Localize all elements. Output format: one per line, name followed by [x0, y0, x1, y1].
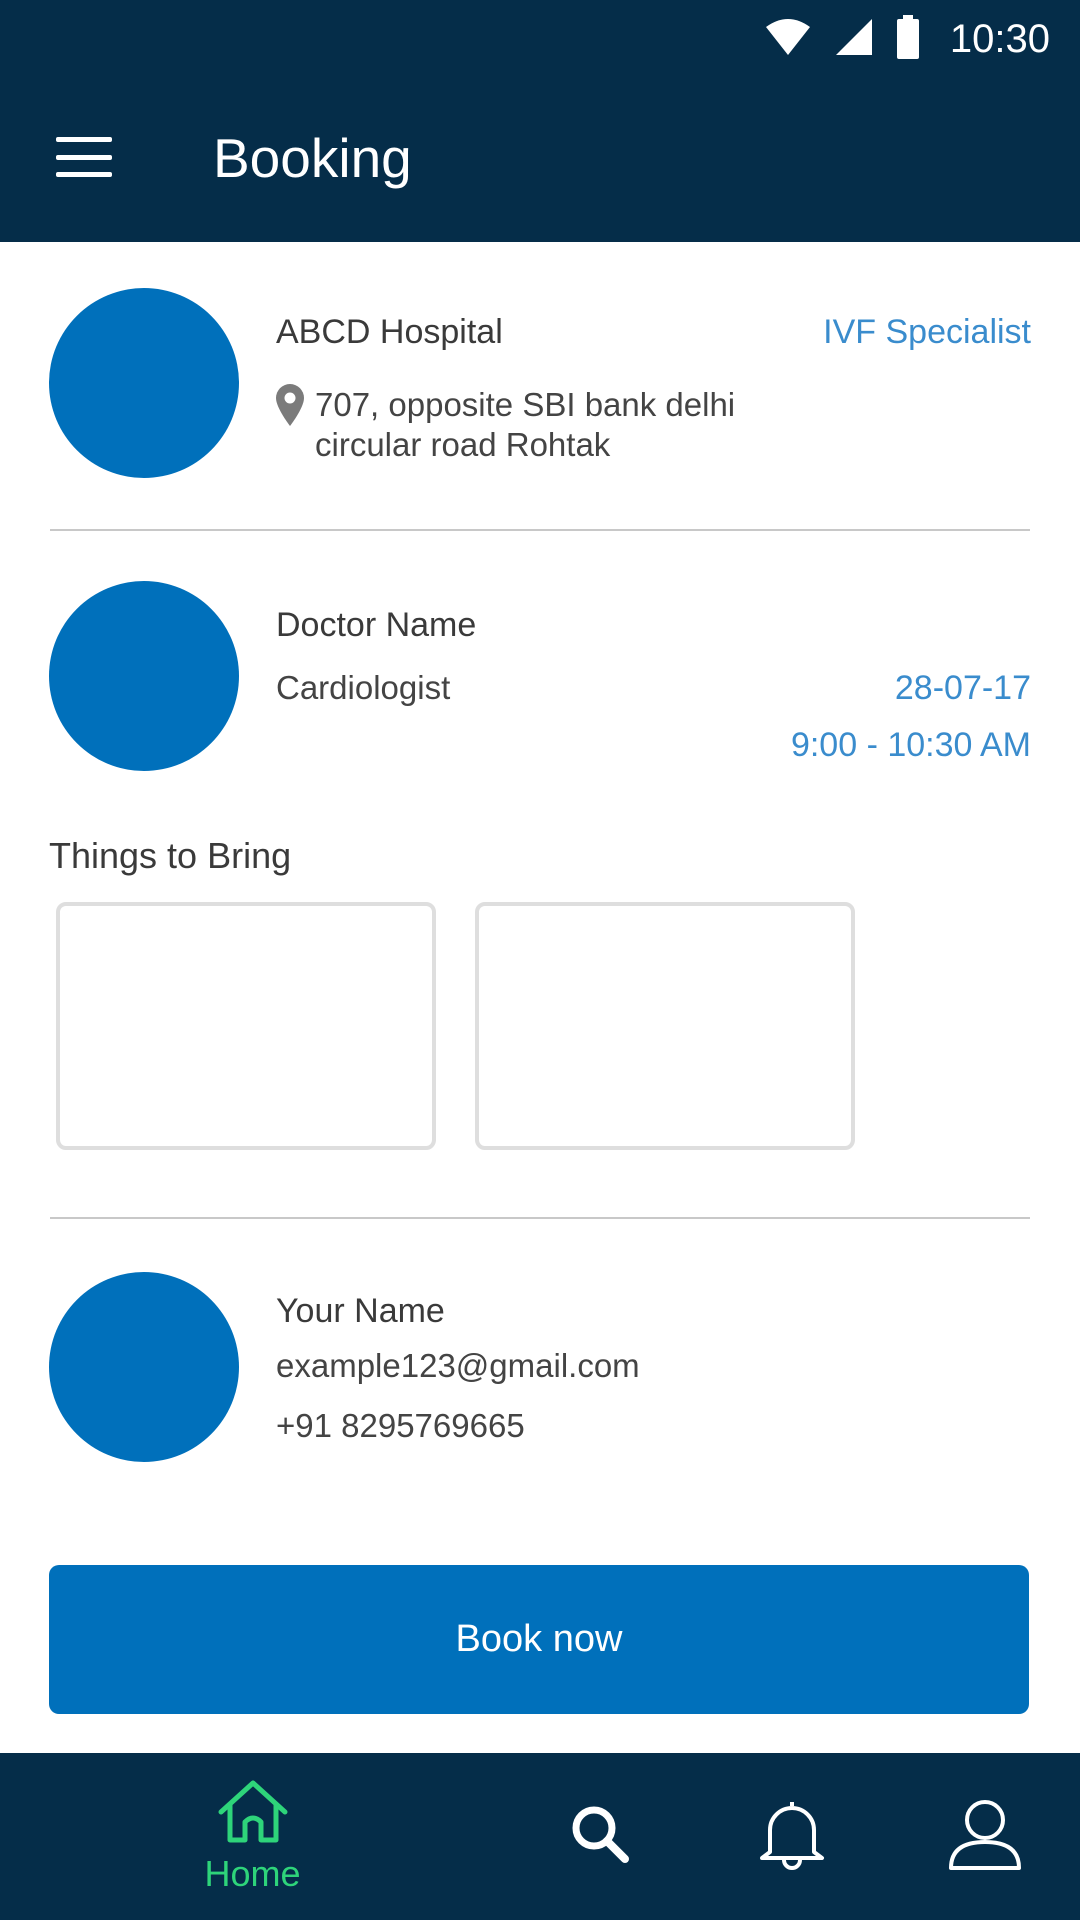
nav-search[interactable]: [560, 1753, 640, 1920]
status-bar: 10:30: [764, 14, 1050, 64]
user-email: example123@gmail.com: [276, 1347, 640, 1384]
user-phone: +91 8295769665: [276, 1407, 525, 1444]
hospital-address-line2: circular road Rohtak: [315, 426, 611, 463]
profile-icon: [947, 1796, 1023, 1877]
doctor-name: Doctor Name: [276, 606, 477, 644]
appointment-date: 28-07-17: [894, 669, 1031, 707]
hospital-avatar: [49, 288, 239, 478]
nav-notifications[interactable]: [750, 1753, 834, 1920]
things-to-bring-item[interactable]: [56, 902, 436, 1150]
hospital-address-line1: 707, opposite SBI bank delhi: [315, 386, 736, 423]
appointment-time: 9:00 - 10:30 AM: [790, 726, 1031, 764]
things-to-bring-heading: Things to Bring: [49, 835, 292, 876]
search-icon: [569, 1803, 631, 1870]
home-icon: [216, 1778, 290, 1849]
app-bar: 10:30 Booking: [0, 0, 1080, 242]
signal-icon: [834, 17, 874, 62]
bell-icon: [754, 1796, 830, 1877]
hospital-specialty: IVF Specialist: [823, 313, 1031, 351]
location-pin-icon: [276, 384, 304, 431]
nav-home-label: Home: [204, 1853, 301, 1894]
nav-home[interactable]: Home: [180, 1753, 325, 1920]
page-title: Booking: [213, 127, 412, 189]
hamburger-menu-icon[interactable]: [56, 137, 112, 177]
status-time: 10:30: [949, 16, 1050, 61]
battery-icon: [896, 14, 920, 64]
things-to-bring-item[interactable]: [475, 902, 855, 1150]
doctor-specialty: Cardiologist: [276, 669, 451, 706]
user-avatar: [49, 1272, 239, 1462]
book-now-button[interactable]: Book now: [49, 1565, 1029, 1714]
hospital-name: ABCD Hospital: [276, 313, 503, 351]
bottom-nav: Home: [0, 1753, 1080, 1920]
user-name: Your Name: [276, 1292, 445, 1330]
wifi-icon: [764, 17, 812, 62]
nav-profile[interactable]: [943, 1753, 1027, 1920]
divider: [50, 529, 1030, 531]
divider: [50, 1217, 1030, 1219]
doctor-avatar: [49, 581, 239, 771]
